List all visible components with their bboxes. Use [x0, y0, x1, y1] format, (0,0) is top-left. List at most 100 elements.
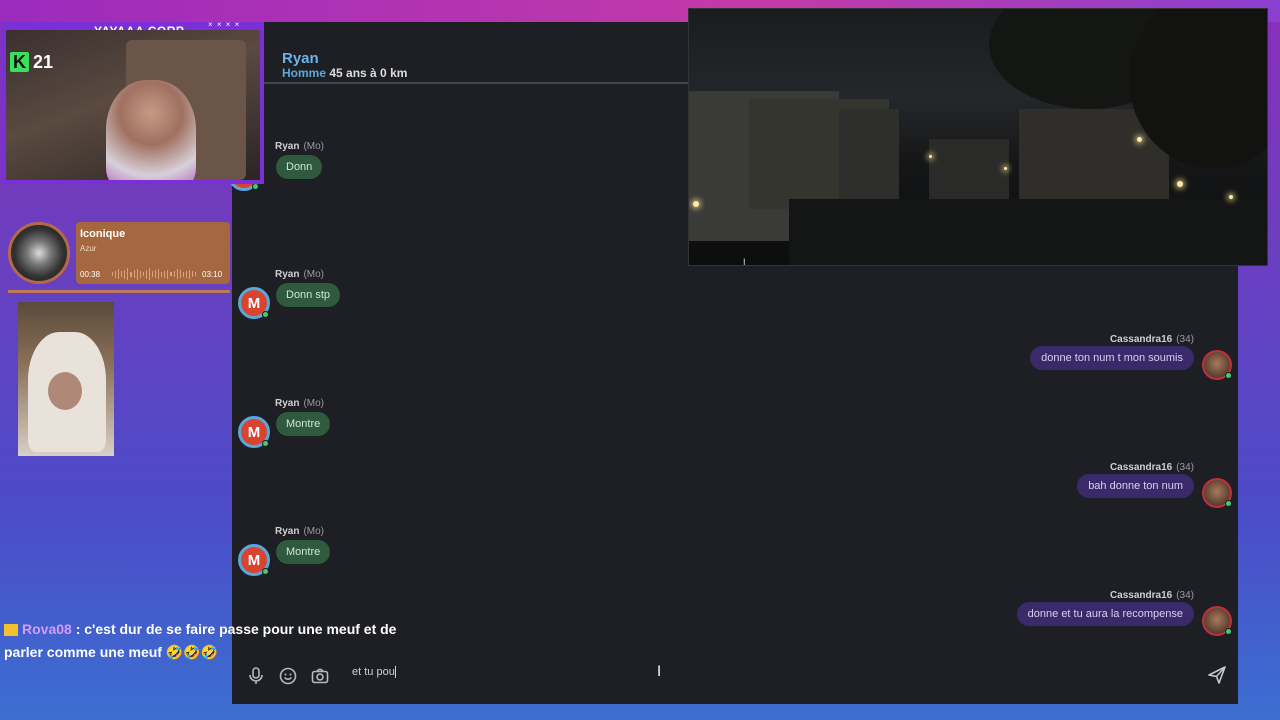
guest-face	[48, 372, 82, 410]
waveform-bar	[158, 269, 160, 279]
sender-name: Cassandra16	[1109, 462, 1173, 473]
mouse-text-cursor: I	[657, 664, 662, 680]
send-icon[interactable]	[1206, 664, 1228, 686]
song-title: Iconique	[80, 228, 126, 240]
message-sender: Ryan (Mo)	[275, 526, 324, 537]
message-right: Cassandra16 (34) bah donne ton num	[932, 462, 1232, 522]
stream-chat-message: Rova08 : c'est dur de se faire passe pou…	[4, 618, 424, 664]
sender-meta: (34)	[1176, 462, 1194, 473]
message-sender: Ryan (Mo)	[275, 398, 324, 409]
street	[789, 199, 1267, 265]
waveform-bar	[133, 270, 135, 278]
message-sender: Cassandra16 (34)	[1110, 334, 1194, 345]
emoji-icon[interactable]	[278, 666, 298, 686]
song-duration: 03:10	[202, 270, 223, 279]
message-sender: Cassandra16 (34)	[1110, 590, 1194, 601]
online-dot	[252, 183, 259, 190]
user-avatar[interactable]	[1202, 606, 1232, 636]
waveform-bar	[112, 272, 114, 276]
guest-webcam	[18, 302, 114, 456]
waveform-bar	[148, 268, 151, 280]
message-bubble: bah donne ton num	[1077, 474, 1194, 498]
waveform-bar	[121, 271, 123, 277]
webcam-streamer	[106, 80, 196, 180]
sender-meta: (Mo)	[303, 141, 325, 152]
input-value: et tu pou	[352, 666, 395, 678]
building	[929, 139, 1009, 199]
waveform-bar	[124, 269, 126, 279]
microphone-icon[interactable]	[246, 666, 266, 686]
avatar-letter: M	[247, 551, 261, 569]
webcam-decoration: × × × ×	[208, 20, 241, 29]
avatar-letter: M	[247, 423, 261, 441]
laughing-emoji-icon: 🤣🤣🤣	[161, 644, 219, 660]
waveform-bar	[185, 270, 187, 278]
waveform-bar	[182, 271, 184, 277]
user-avatar[interactable]	[1202, 350, 1232, 380]
user-avatar[interactable]: M	[238, 544, 270, 576]
waveform-bar	[127, 268, 129, 280]
waveform-bar	[161, 271, 163, 277]
user-avatar[interactable]: M	[238, 287, 270, 319]
sender-name: Ryan	[275, 398, 300, 409]
waveform-bar	[167, 269, 169, 279]
message-bubble: Montre	[276, 540, 331, 564]
user-avatar[interactable]	[1202, 478, 1232, 508]
message-bubble: donne ton num t mon soumis	[1030, 346, 1194, 370]
street-light	[693, 201, 699, 207]
sender-meta: (34)	[1176, 334, 1194, 345]
street-light	[929, 155, 932, 158]
song-artist: Azur	[80, 244, 97, 253]
camera-icon[interactable]	[310, 666, 330, 686]
waveform-bar	[118, 269, 120, 279]
message-input[interactable]: et tu pou	[352, 666, 396, 679]
online-dot	[1225, 500, 1232, 507]
online-dot	[262, 311, 269, 318]
sender-meta: (Mo)	[303, 398, 325, 409]
waveform-bar	[179, 270, 181, 278]
chat-separator: :	[71, 621, 85, 637]
sender-name: Ryan	[275, 526, 300, 537]
music-player: Iconique Azur 00:38 03:10	[8, 222, 230, 293]
waveform	[112, 268, 197, 280]
city-camera-video: I	[688, 8, 1268, 266]
chat-username: Rova08	[22, 621, 72, 637]
avatar-letter: M	[247, 294, 261, 312]
sender-meta: (Mo)	[303, 269, 325, 280]
sender-name: Cassandra16	[1109, 590, 1173, 601]
kick-logo-icon: K	[10, 52, 29, 72]
waveform-bar	[139, 270, 141, 278]
street-light	[1177, 181, 1183, 187]
online-dot	[1225, 372, 1232, 379]
message-sender: Ryan (Mo)	[275, 141, 324, 152]
waveform-bar	[164, 270, 166, 278]
message-bubble: Donn stp	[276, 283, 341, 307]
waveform-bar	[192, 271, 194, 277]
online-dot	[262, 568, 269, 575]
song-progress-bar	[8, 290, 230, 293]
sender-name: Ryan	[275, 141, 300, 152]
message-left: M Ryan (Mo) Montre	[238, 526, 538, 586]
message-bubble: Donn	[276, 155, 323, 179]
crown-icon	[4, 624, 18, 637]
waveform-bar	[145, 269, 147, 279]
viewer-count: K 21	[10, 52, 53, 73]
online-dot	[1225, 628, 1232, 635]
message-bubble: donne et tu aura la recompense	[1016, 602, 1194, 626]
message-bubble: Montre	[276, 412, 331, 436]
album-art	[8, 222, 70, 284]
waveform-bar	[170, 272, 172, 276]
waveform-bar	[155, 270, 157, 278]
street-light	[1004, 167, 1007, 170]
header-name[interactable]: Ryan	[282, 50, 319, 67]
waveform-bar	[173, 271, 175, 277]
user-avatar[interactable]: M	[238, 416, 270, 448]
online-dot	[262, 440, 269, 447]
waveform-bar	[115, 270, 117, 278]
waveform-bar	[176, 269, 178, 279]
message-sender: Cassandra16 (34)	[1110, 462, 1194, 473]
header-details: 45 ans à 0 km	[329, 66, 408, 80]
text-caret	[394, 666, 396, 679]
waveform-bar	[136, 268, 138, 280]
waveform-bar	[188, 269, 191, 279]
